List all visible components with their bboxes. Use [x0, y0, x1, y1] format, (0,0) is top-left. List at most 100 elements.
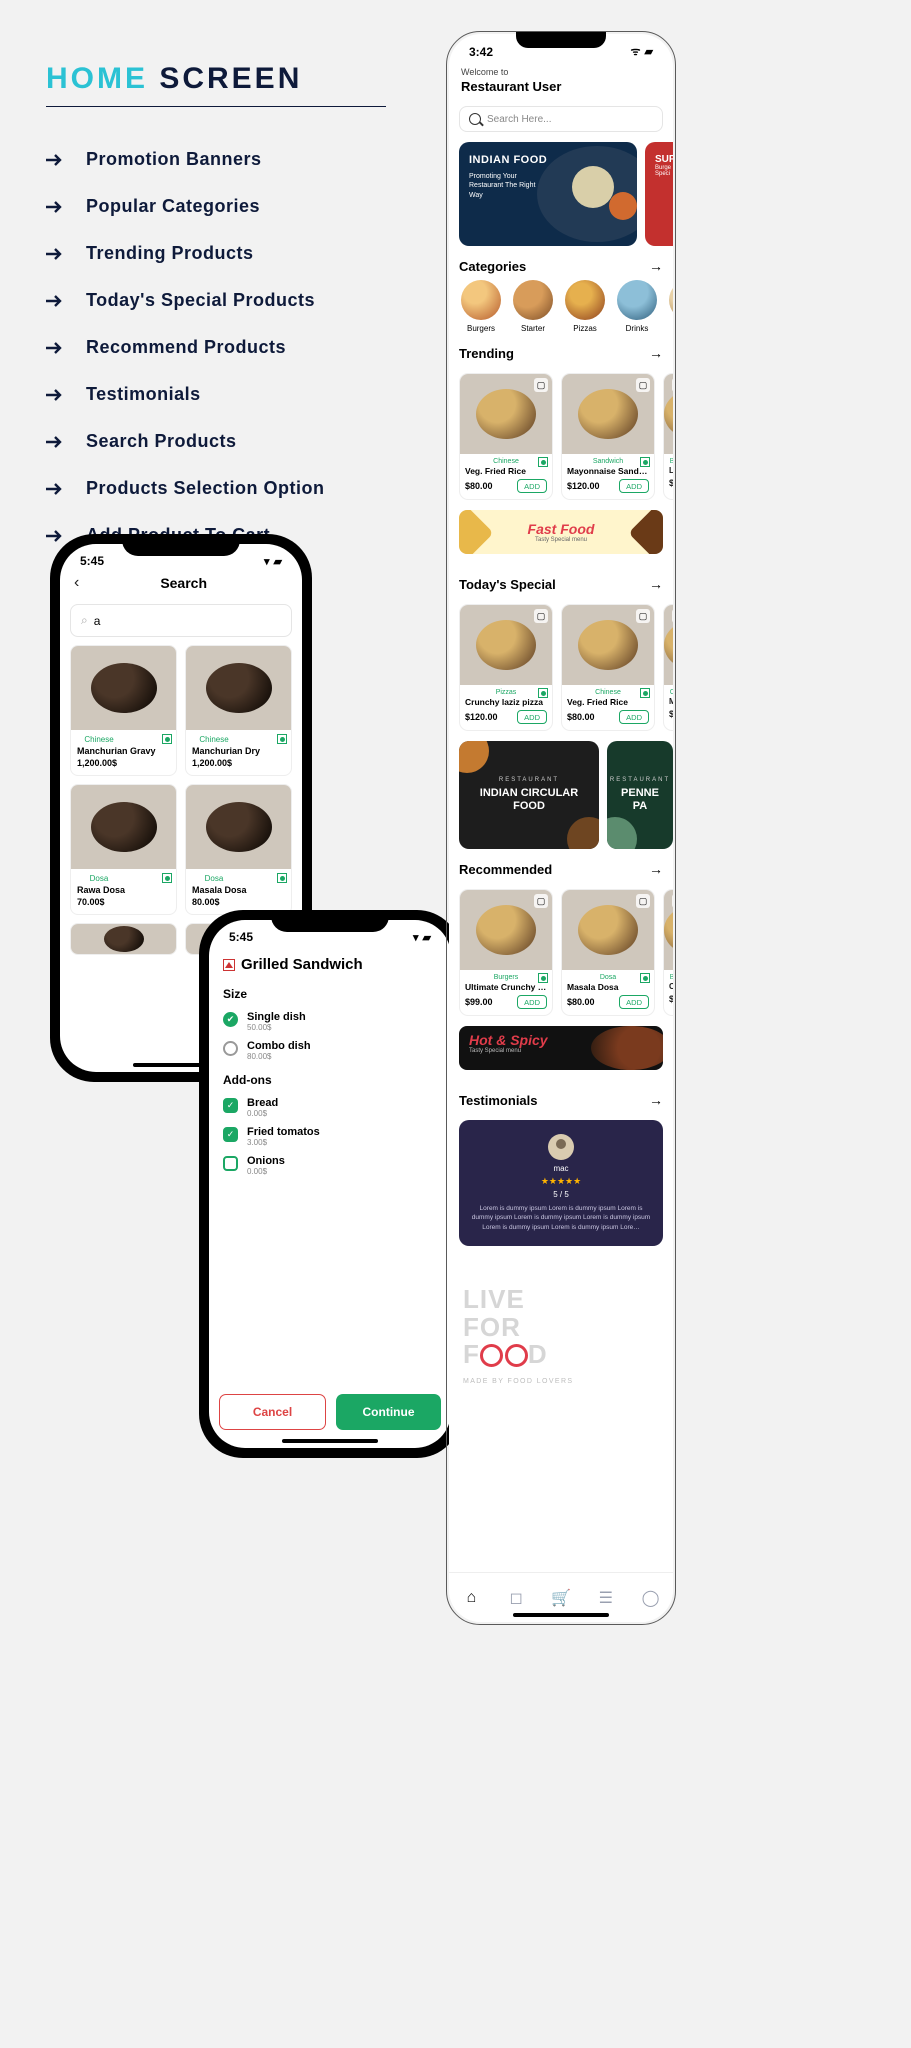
category-label: Starter	[511, 324, 555, 333]
bookmark-icon[interactable]: ▢	[534, 894, 548, 908]
categories-more-icon[interactable]: →	[649, 258, 663, 274]
hotspicy-banner[interactable]: Hot & Spicy Tasty Special menu	[459, 1026, 663, 1070]
addon-option[interactable]: Onions0.00$	[209, 1151, 451, 1180]
result-card[interactable]: ChineseManchurian Gravy1,200.00$	[70, 645, 177, 776]
card-name: Crunchy laziz pizza	[465, 697, 547, 707]
home-search[interactable]: Search Here...	[459, 106, 663, 132]
search-input[interactable]	[94, 614, 281, 628]
card-category: Burg	[669, 974, 673, 981]
bookmark-icon[interactable]: ▢	[672, 609, 673, 623]
card-price: $80.00	[567, 712, 595, 722]
result-card[interactable]: DosaMasala Dosa80.00$	[185, 784, 292, 915]
addon-option[interactable]: ✓Fried tomatos3.00$	[209, 1122, 451, 1151]
promo-banner-2[interactable]: SUP Burge Speci	[645, 142, 673, 246]
product-card[interactable]: ▢BurgChe$	[663, 889, 673, 1016]
card-price: $30	[669, 478, 673, 488]
product-card[interactable]: ▢BurgLazi$30	[663, 373, 673, 500]
checkbox-icon: ✓	[223, 1098, 238, 1113]
motto-l2: FOR	[463, 1314, 659, 1341]
checkbox-icon: ✓	[223, 1127, 238, 1142]
card-price: $80.00	[567, 997, 595, 1007]
tab-bookmark[interactable]: ◻	[506, 1588, 526, 1608]
continue-button[interactable]: Continue	[336, 1394, 441, 1430]
testimonials-more-icon[interactable]: →	[649, 1092, 663, 1108]
veg-icon	[538, 973, 548, 983]
feature-item: Products Selection Option	[46, 478, 386, 499]
special-more-icon[interactable]: →	[649, 576, 663, 592]
product-card[interactable]: ▢BurgersUltimate Crunchy Bur…$99.00ADD	[459, 889, 553, 1016]
size-option[interactable]: Single dish50.00$	[209, 1007, 451, 1036]
add-button[interactable]: ADD	[619, 710, 649, 724]
category-item[interactable]: Pizzas	[563, 280, 607, 333]
veg-icon	[640, 973, 650, 983]
add-button[interactable]: ADD	[517, 479, 547, 493]
recommended-more-icon[interactable]: →	[649, 861, 663, 877]
cancel-button[interactable]: Cancel	[219, 1394, 326, 1430]
veg-icon	[640, 457, 650, 467]
tab-home[interactable]: ⌂	[461, 1588, 481, 1608]
fastfood-sub: Tasty Special menu	[535, 537, 587, 543]
card-name: Veg. Fried Rice	[465, 466, 547, 476]
product-card[interactable]: ▢ChineseVeg. Fried Rice$80.00ADD	[561, 604, 655, 731]
wifi-icon: ▾	[413, 931, 419, 944]
search-placeholder: Search Here...	[487, 114, 551, 125]
card-name: Lazi	[669, 466, 673, 475]
result-card[interactable]: ChineseManchurian Dry1,200.00$	[185, 645, 292, 776]
category-item[interactable]: Dess	[667, 280, 673, 333]
card-category: Dosa	[77, 874, 121, 883]
search-input-wrap[interactable]: ⌕	[70, 604, 292, 637]
promo-penne[interactable]: RESTAURANT PENNE PA	[607, 741, 673, 849]
add-button[interactable]: ADD	[619, 479, 649, 493]
feature-label: Search Products	[86, 431, 237, 452]
status-time: 3:42	[469, 45, 493, 59]
bookmark-icon[interactable]: ▢	[636, 378, 650, 392]
card-category: Burgers	[465, 974, 547, 981]
trending-more-icon[interactable]: →	[649, 345, 663, 361]
product-card[interactable]: ▢PizzasCrunchy laziz pizza$120.00ADD	[459, 604, 553, 731]
phone-home: 3:42 ᯤ▰ Welcome to Restaurant User Searc…	[446, 31, 676, 1625]
card-name: Masala Dosa	[192, 885, 285, 895]
title-home: HOME	[46, 62, 148, 95]
card-price: 80.00$	[192, 897, 285, 907]
bookmark-icon[interactable]: ▢	[636, 609, 650, 623]
status-time: 5:45	[80, 554, 104, 568]
card-price: $80.00	[465, 481, 493, 491]
add-button[interactable]: ADD	[517, 710, 547, 724]
addon-option[interactable]: ✓Bread0.00$	[209, 1093, 451, 1122]
hotspicy-sub: Tasty Special menu	[469, 1048, 653, 1054]
bookmark-icon[interactable]: ▢	[672, 894, 673, 908]
arrow-icon	[46, 294, 68, 308]
size-option[interactable]: Combo dish80.00$	[209, 1036, 451, 1065]
product-card[interactable]: ▢DosaMasala Dosa$80.00ADD	[561, 889, 655, 1016]
bookmark-icon[interactable]: ▢	[636, 894, 650, 908]
category-label: Drinks	[615, 324, 659, 333]
testimonial-card: mac ★★★★★ 5 / 5 Lorem is dummy ipsum Lor…	[459, 1120, 663, 1246]
tab-profile[interactable]: ◯	[641, 1588, 661, 1608]
promo2-title: PENNE PA	[613, 787, 667, 813]
product-card[interactable]: ▢SandwichMayonnaise Sandwich$120.00ADD	[561, 373, 655, 500]
banner2-title: SUP	[655, 154, 673, 165]
category-item[interactable]: Burgers	[459, 280, 503, 333]
promo-banner-1[interactable]: INDIAN FOOD Promoting Your Restaurant Th…	[459, 142, 637, 246]
add-button[interactable]: ADD	[517, 995, 547, 1009]
product-card[interactable]: ▢ChineseVeg. Fried Rice$80.00ADD	[459, 373, 553, 500]
bookmark-icon[interactable]: ▢	[534, 609, 548, 623]
fastfood-banner[interactable]: Fast Food Tasty Special menu	[459, 510, 663, 554]
product-name: Grilled Sandwich	[241, 956, 363, 973]
option-price: 80.00$	[247, 1052, 311, 1061]
bookmark-icon[interactable]: ▢	[672, 378, 673, 392]
promo-indian-food[interactable]: RESTAURANT INDIAN CIRCULAR FOOD	[459, 741, 599, 849]
result-card[interactable]	[70, 923, 177, 955]
category-item[interactable]: Starter	[511, 280, 555, 333]
result-card[interactable]: DosaRawa Dosa70.00$	[70, 784, 177, 915]
bookmark-icon[interactable]: ▢	[534, 378, 548, 392]
category-item[interactable]: Drinks	[615, 280, 659, 333]
tab-orders[interactable]: ☰	[596, 1588, 616, 1608]
search-icon: ⌕	[81, 613, 88, 628]
search-icon	[469, 113, 481, 125]
tab-cart[interactable]: 🛒	[551, 1588, 571, 1608]
promo1-title: INDIAN CIRCULAR FOOD	[465, 787, 593, 813]
product-card[interactable]: ▢ChinMan$1,2	[663, 604, 673, 731]
motto-made: MADE BY FOOD LOVERS	[463, 1378, 659, 1385]
add-button[interactable]: ADD	[619, 995, 649, 1009]
